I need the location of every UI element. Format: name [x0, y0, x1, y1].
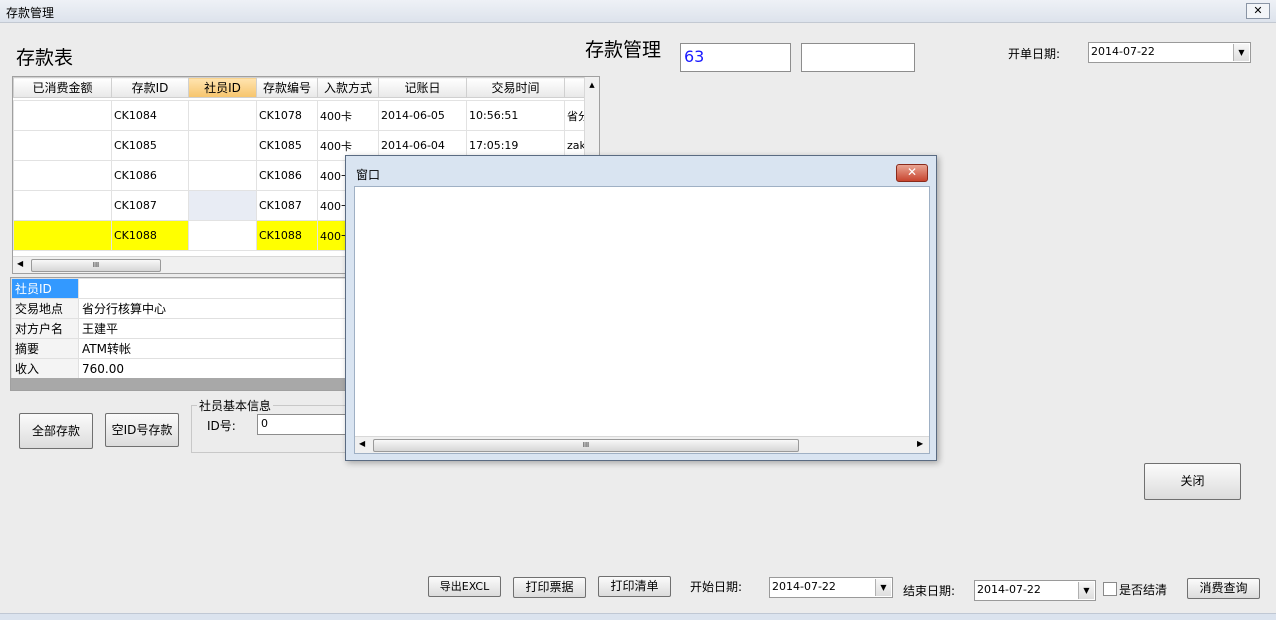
arrow-left-icon[interactable]: ◀ — [359, 439, 365, 448]
popup-window: 窗口 ✕ ◀ III ▶ — [345, 155, 937, 461]
detail-row[interactable]: 摘要 ATM转帐 — [11, 338, 351, 359]
window-close-button[interactable]: ✕ — [1246, 3, 1270, 19]
end-date-label: 结束日期: — [903, 584, 956, 598]
export-excel-button[interactable]: 导出EXCL — [428, 576, 501, 597]
end-date-picker[interactable]: 2014-07-22 ▼ — [974, 580, 1096, 601]
start-date-label: 开始日期: — [690, 580, 743, 594]
empty-id-deposit-button[interactable]: 空ID号存款 — [105, 413, 179, 447]
member-id-label: ID号: — [207, 419, 236, 433]
table-row[interactable]: CK1084 CK1078 400卡 2014-06-05 10:56:51 省分 — [13, 100, 592, 131]
chevron-down-icon[interactable]: ▼ — [1233, 44, 1249, 61]
col-header-deposit-id[interactable]: 存款ID — [111, 77, 189, 98]
open-date-label: 开单日期: — [1008, 47, 1061, 61]
chevron-down-icon[interactable]: ▼ — [1078, 582, 1094, 599]
popup-horizontal-scrollbar[interactable]: ◀ III ▶ — [355, 436, 929, 453]
col-header-deposit-no[interactable]: 存款编号 — [256, 77, 318, 98]
settled-checkbox[interactable] — [1103, 582, 1117, 596]
open-date-value: 2014-07-22 — [1091, 45, 1155, 58]
start-date-picker[interactable]: 2014-07-22 ▼ — [769, 577, 893, 598]
col-header-consumed[interactable]: 已消费金额 — [13, 77, 112, 98]
print-list-button[interactable]: 打印清单 — [598, 576, 671, 597]
all-deposit-button[interactable]: 全部存款 — [19, 413, 93, 449]
popup-scroll-thumb[interactable]: III — [373, 439, 799, 452]
col-header-method[interactable]: 入款方式 — [317, 77, 379, 98]
end-date-value: 2014-07-22 — [977, 583, 1041, 596]
member-id-input[interactable]: 0 — [257, 414, 347, 435]
window-title: 存款管理 — [6, 6, 55, 20]
detail-row[interactable]: 对方户名 王建平 — [11, 318, 351, 339]
detail-row[interactable]: 收入 760.00 — [11, 358, 351, 379]
start-date-value: 2014-07-22 — [772, 580, 836, 593]
popup-title: 窗口 — [356, 168, 381, 182]
detail-row[interactable]: 交易地点 省分行核算中心 — [11, 298, 351, 319]
consume-query-button[interactable]: 消费查询 — [1187, 578, 1260, 599]
print-ticket-button[interactable]: 打印票据 — [513, 577, 586, 598]
arrow-left-icon[interactable]: ◀ — [17, 259, 23, 268]
record-count-input[interactable]: 63 — [680, 43, 791, 72]
member-info-legend: 社员基本信息 — [197, 397, 274, 414]
open-date-picker[interactable]: 2014-07-22 ▼ — [1088, 42, 1251, 63]
popup-close-button[interactable]: ✕ — [896, 164, 928, 182]
arrow-up-icon[interactable]: ▲ — [585, 81, 599, 89]
main-title: 存款管理 — [585, 39, 662, 61]
arrow-right-icon[interactable]: ▶ — [917, 439, 923, 448]
popup-content: ◀ III ▶ — [354, 186, 930, 454]
list-title: 存款表 — [16, 47, 74, 69]
detail-row[interactable]: 社员ID — [11, 278, 351, 299]
settled-label: 是否结清 — [1119, 583, 1168, 597]
close-button[interactable]: 关闭 — [1144, 463, 1241, 500]
detail-footer-bar — [11, 378, 351, 390]
detail-panel: 社员ID 交易地点 省分行核算中心 对方户名 王建平 摘要 ATM转帐 收入 760.0… — [10, 277, 352, 391]
secondary-input[interactable] — [801, 43, 915, 72]
col-header-book-date[interactable]: 记账日 — [378, 77, 467, 98]
window-titlebar: 存款管理 ✕ — [0, 0, 1276, 23]
chevron-down-icon[interactable]: ▼ — [875, 579, 891, 596]
col-header-trade-time[interactable]: 交易时间 — [466, 77, 565, 98]
col-header-member-id[interactable]: 社员ID — [188, 77, 257, 98]
grid-scroll-thumb[interactable]: III — [31, 259, 161, 272]
